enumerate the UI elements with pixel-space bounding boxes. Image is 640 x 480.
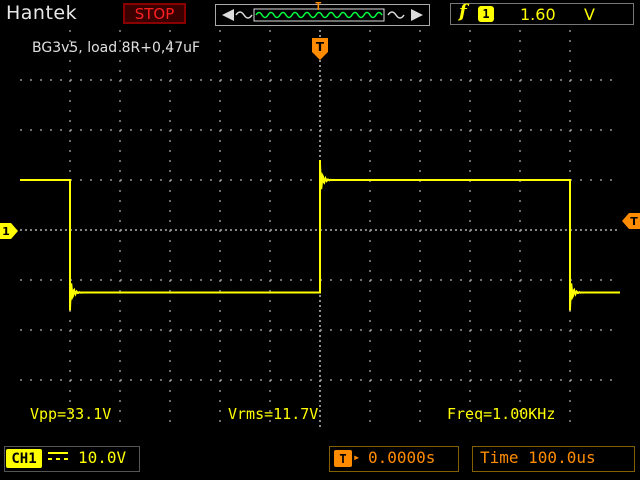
ch1-vertical-scale: 10.0V bbox=[78, 448, 127, 467]
overview-visible-wave bbox=[255, 11, 383, 19]
waveform-overview-bar[interactable] bbox=[215, 4, 430, 26]
overview-right-arrow-icon bbox=[411, 9, 423, 21]
overview-left-wave bbox=[235, 11, 253, 19]
svg-text:T: T bbox=[316, 40, 325, 54]
trigger-level-unit: V bbox=[584, 5, 595, 24]
measurement-vpp: Vpp=33.1V bbox=[30, 405, 112, 423]
trigger-position-value: 0.0000s bbox=[368, 448, 436, 467]
measurement-frequency: Freq=1.00KHz bbox=[447, 405, 556, 423]
trigger-position-marker-icon[interactable]: T bbox=[312, 38, 328, 60]
overview-right-wave bbox=[387, 11, 405, 19]
trigger-source-badge: 1 bbox=[478, 6, 494, 22]
trigger-position-arrow-icon: ▸ bbox=[353, 450, 361, 464]
trigger-position-icon: T bbox=[334, 450, 352, 467]
trigger-level-marker-icon[interactable]: T bbox=[622, 213, 640, 229]
dc-coupling-icon bbox=[48, 452, 68, 460]
svg-text:T: T bbox=[630, 215, 638, 228]
run-stop-button[interactable]: STOP bbox=[123, 3, 186, 24]
svg-text:1: 1 bbox=[2, 225, 10, 238]
scope-screen[interactable] bbox=[20, 30, 620, 430]
screen-caption: BG3v5, load 8R+0,47uF bbox=[32, 40, 201, 56]
run-state-label: STOP bbox=[134, 4, 175, 23]
brand-logo: Hantek bbox=[6, 2, 78, 24]
trigger-edge-icon: f bbox=[459, 1, 467, 22]
overview-trigger-marker-icon: T bbox=[315, 0, 322, 13]
timebase-value: Time 100.0us bbox=[480, 448, 596, 467]
ch1-ground-marker-icon[interactable]: 1 bbox=[0, 223, 18, 239]
ch1-label-badge: CH1 bbox=[6, 449, 42, 468]
measurement-vrms: Vrms=11.7V bbox=[228, 405, 319, 423]
waveform-overview bbox=[222, 8, 423, 22]
ch1-waveform bbox=[20, 160, 620, 311]
trigger-level-value: 1.60 bbox=[520, 5, 556, 24]
overview-left-arrow-icon bbox=[222, 9, 234, 21]
